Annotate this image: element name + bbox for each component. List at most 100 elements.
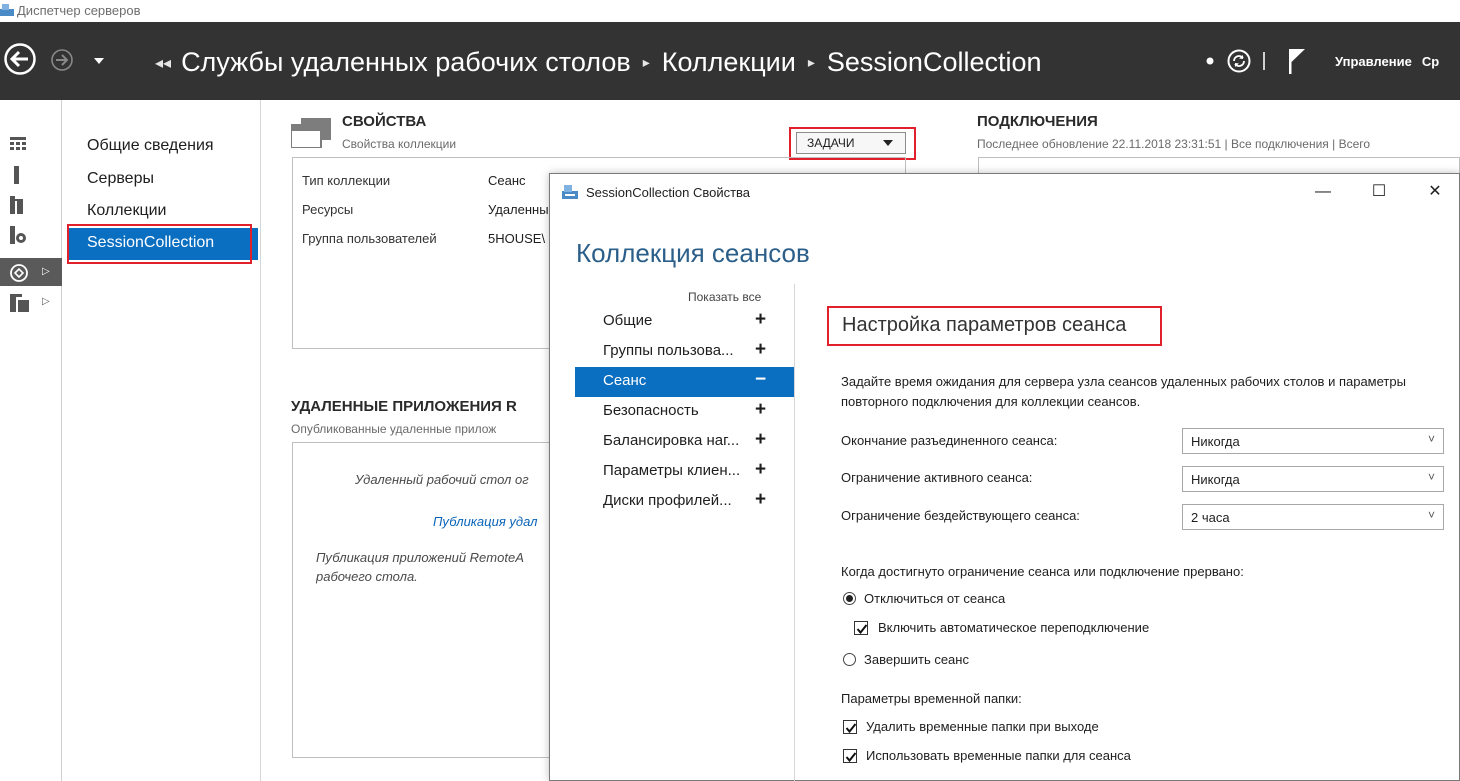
use-temp-checkbox[interactable] <box>843 749 857 763</box>
chevron-down-icon: ˅ <box>1427 432 1435 446</box>
idle-session-select[interactable]: 2 часа ˅ <box>1182 504 1444 530</box>
auto-reconnect-checkbox[interactable] <box>854 621 868 635</box>
property-value: 5HOUSE\ <box>488 231 546 246</box>
dashboard-grid-icon <box>10 137 26 150</box>
dialog-nav-general[interactable]: Общие + <box>575 307 794 337</box>
dialog-heading: Коллекция сеансов <box>576 238 810 268</box>
property-label: Ресурсы <box>302 202 354 217</box>
dialog-nav-security[interactable]: Безопасность + <box>575 397 794 427</box>
nav-label: Балансировка наг... <box>603 432 740 449</box>
checkmark-icon <box>856 624 868 635</box>
nav-label: Параметры клиен... <box>603 462 741 479</box>
minimize-icon[interactable]: — <box>1300 178 1346 206</box>
expand-plus-icon: + <box>755 489 767 510</box>
disconnect-label[interactable]: Отключиться от сеанса <box>864 591 1005 606</box>
disconnected-session-label: Окончание разъединенного сеанса: <box>841 433 1058 448</box>
manage-menu[interactable]: Управление <box>1335 54 1412 69</box>
active-session-label: Ограничение активного сеанса: <box>841 470 1033 485</box>
remote-apps-message: Удаленный рабочий стол ог <box>355 472 529 487</box>
show-all-link[interactable]: Показать все <box>688 290 761 304</box>
properties-dialog: SessionCollection Свойства — ☐ ✕ Коллекц… <box>549 173 1460 781</box>
connections-subtitle: Последнее обновление 22.11.2018 23:31:51… <box>977 137 1371 151</box>
expand-plus-icon: + <box>755 309 767 330</box>
highlight-section-title <box>827 306 1162 346</box>
idle-session-label: Ограничение бездействующего сеанса: <box>841 508 1080 523</box>
nav-label: Общие <box>603 312 653 329</box>
breadcrumb-session-collection[interactable]: SessionCollection <box>827 47 1042 78</box>
dialog-nav-session[interactable]: Сеанс − <box>575 367 794 397</box>
nav-label: Сеанс <box>603 372 647 389</box>
back-arrow-icon[interactable] <box>4 43 36 75</box>
history-dropdown-icon[interactable] <box>93 56 105 66</box>
remote-apps-hint: Публикация приложений RemoteA рабочего с… <box>316 550 524 584</box>
rail-local-server[interactable] <box>0 160 62 188</box>
server-manager-icon <box>562 185 578 199</box>
nav-label: Безопасность <box>603 402 699 419</box>
delete-temp-label[interactable]: Удалить временные папки при выходе <box>866 719 1099 734</box>
title-bar: Диспетчер серверов <box>0 0 1460 22</box>
refresh-icon[interactable] <box>1227 49 1251 73</box>
forward-arrow-icon[interactable] <box>51 49 73 71</box>
highlight-session-collection <box>67 224 252 264</box>
property-label: Тип коллекции <box>302 173 391 188</box>
expand-plus-icon: + <box>755 459 767 480</box>
server-icon <box>14 166 19 184</box>
tools-menu[interactable]: Ср <box>1422 54 1439 69</box>
end-session-radio[interactable] <box>843 653 856 666</box>
dialog-nav-load-balancing[interactable]: Балансировка наг... + <box>575 427 794 457</box>
dialog-title: SessionCollection Свойства <box>586 185 751 200</box>
select-value: Никогда <box>1191 434 1240 449</box>
rail-all-servers[interactable] <box>0 190 62 218</box>
toolbar-right: Управление Ср <box>1205 46 1439 76</box>
dropdown-dot-icon[interactable] <box>1205 57 1215 65</box>
rail-dashboard[interactable] <box>0 130 62 158</box>
limit-prompt: Когда достигнуто ограничение сеанса или … <box>841 564 1244 579</box>
toolbar-divider <box>1263 52 1265 70</box>
collapse-minus-icon: − <box>755 369 767 390</box>
subnav-collections[interactable]: Коллекции <box>87 202 166 220</box>
property-value: Удаленный <box>488 202 550 217</box>
disconnected-session-select[interactable]: Никогда ˅ <box>1182 428 1444 454</box>
breadcrumb-overflow-icon[interactable]: ◂◂ <box>155 53 171 73</box>
select-value: 2 часа <box>1191 510 1230 525</box>
property-value: Сеанс <box>488 173 526 188</box>
breadcrumb-collections[interactable]: Коллекции <box>662 47 796 78</box>
notifications-flag-icon[interactable] <box>1288 48 1306 74</box>
rail-storage[interactable]: ▷ <box>0 288 62 316</box>
chevron-down-icon: ˅ <box>1427 470 1435 484</box>
temp-folder-title: Параметры временной папки: <box>841 691 1022 706</box>
subnav-servers[interactable]: Серверы <box>87 170 154 188</box>
close-icon[interactable]: ✕ <box>1412 178 1458 206</box>
expand-caret-icon[interactable]: ▷ <box>42 296 50 307</box>
disconnect-radio[interactable] <box>843 592 856 605</box>
navigation-bar: ◂◂ Службы удаленных рабочих столов ▸ Кол… <box>0 22 1460 100</box>
rail-file-services[interactable] <box>0 220 62 248</box>
property-label: Группа пользователей <box>302 231 437 246</box>
remote-apps-subtitle: Опубликованные удаленные прилож <box>291 422 497 436</box>
auto-reconnect-label[interactable]: Включить автоматическое переподключение <box>878 620 1149 635</box>
dialog-nav-user-groups[interactable]: Группы пользова... + <box>575 337 794 367</box>
chevron-down-icon: ˅ <box>1427 508 1435 522</box>
servers-icon <box>10 196 23 214</box>
expand-plus-icon: + <box>755 399 767 420</box>
publish-remoteapp-link[interactable]: Публикация удал <box>433 514 550 529</box>
left-rail: ▷ ▷ <box>0 100 62 781</box>
subnav-overview[interactable]: Общие сведения <box>87 137 214 155</box>
properties-title: СВОЙСТВА <box>342 113 427 130</box>
maximize-icon[interactable]: ☐ <box>1356 178 1402 206</box>
remote-apps-box <box>292 442 550 758</box>
select-value: Никогда <box>1191 472 1240 487</box>
dialog-nav-client-settings[interactable]: Параметры клиен... + <box>575 457 794 487</box>
active-session-select[interactable]: Никогда ˅ <box>1182 466 1444 492</box>
remote-apps-title: УДАЛЕННЫЕ ПРИЛОЖЕНИЯ R <box>291 398 517 415</box>
use-temp-label[interactable]: Использовать временные папки для сеанса <box>866 748 1131 763</box>
rail-remote-desktop[interactable]: ▷ <box>0 258 62 286</box>
dialog-nav-profile-disks[interactable]: Диски профилей... + <box>575 487 794 517</box>
expand-caret-icon[interactable]: ▷ <box>42 266 50 277</box>
window-title: Диспетчер серверов <box>17 3 141 18</box>
delete-temp-checkbox[interactable] <box>843 720 857 734</box>
breadcrumb-rds[interactable]: Службы удаленных рабочих столов <box>181 47 631 78</box>
end-session-label[interactable]: Завершить сеанс <box>864 652 969 667</box>
expand-plus-icon: + <box>755 429 767 450</box>
nav-label: Группы пользова... <box>603 342 734 359</box>
